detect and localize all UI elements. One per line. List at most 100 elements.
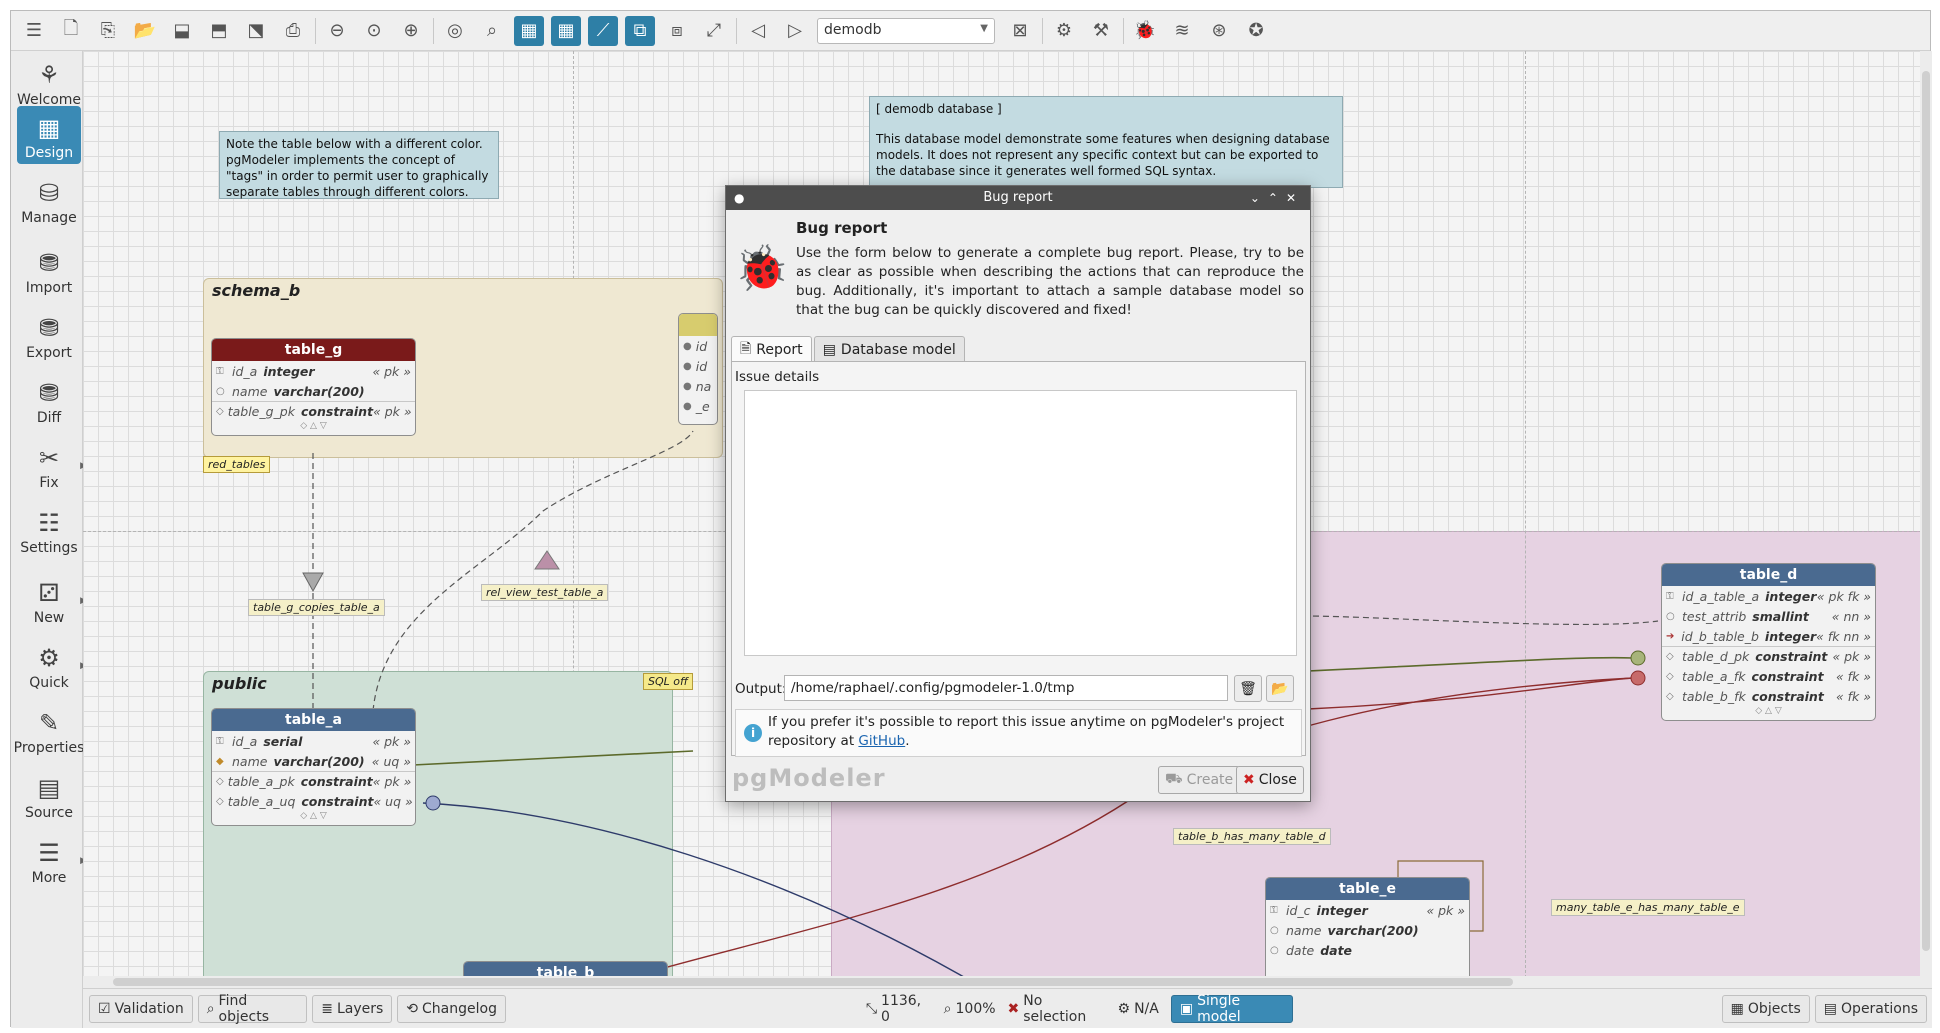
open-folder-icon[interactable]: 📂 — [130, 16, 160, 46]
output-path-input[interactable]: /home/raphael/.config/pgmodeler-1.0/tmp — [784, 675, 1228, 701]
bug-report-icon[interactable]: 🐞 — [1130, 16, 1160, 46]
database-select[interactable]: demodb ▼ — [817, 17, 995, 44]
table-row[interactable]: ○ date date — [1266, 940, 1469, 960]
sidebar-item-diff[interactable]: ⛃ Diff — [17, 371, 81, 429]
vertical-scrollbar-thumb[interactable] — [1922, 71, 1930, 951]
table-expand-controls[interactable]: ◇ △ ▽ — [212, 811, 415, 825]
zoom-out-icon[interactable]: ⊖ — [322, 16, 352, 46]
sidebar-item-export[interactable]: ⛃ Export — [17, 306, 81, 364]
table-row[interactable]: ○ name varchar(200) — [1266, 920, 1469, 940]
previous-model-icon[interactable]: ◁ — [743, 16, 773, 46]
table-row[interactable]: ◇ table_d_pk constraint « pk » — [1662, 646, 1875, 666]
close-model-icon[interactable]: ⊠ — [1005, 16, 1035, 46]
create-button[interactable]: ⛟ Create — [1158, 766, 1241, 794]
sql-off-badge: SQL off — [643, 673, 693, 690]
next-model-icon[interactable]: ▷ — [780, 16, 810, 46]
layers-button[interactable]: ≣ Layers — [312, 994, 393, 1023]
changelog-button[interactable]: ⟲ Changelog — [397, 994, 506, 1023]
arrange-icon[interactable]: ⧈ — [662, 16, 692, 46]
horizontal-scrollbar[interactable] — [83, 976, 1932, 988]
issue-details-textarea[interactable] — [744, 390, 1297, 656]
rel-label-copies[interactable]: table_g_copies_table_a — [248, 599, 385, 616]
delimiters-icon[interactable]: ⟋ — [588, 15, 618, 46]
sidebar-item-settings[interactable]: ☷ Settings — [17, 501, 81, 559]
table-g[interactable]: table_g ⚿ id_a integer « pk » ○ name varchar(… — [211, 338, 416, 436]
sidebar-item-more[interactable]: ☰ More ▶ — [17, 831, 87, 889]
table-row[interactable]: ◇ table_g_pk constraint « pk » — [212, 401, 415, 421]
view-partial[interactable]: ● id ● id ● na ● _e — [678, 313, 718, 425]
sidebar-item-source[interactable]: ▤ Source — [17, 766, 81, 824]
zoom-reset-icon[interactable]: ⊙ — [359, 16, 389, 46]
minimize-icon[interactable]: ⌄ — [1250, 191, 1268, 205]
rel-label-view[interactable]: rel_view_test_table_a — [481, 584, 609, 601]
note-database[interactable]: [ demodb database ] This database model … — [869, 96, 1343, 188]
update-icon[interactable]: ✪ — [1241, 16, 1271, 46]
print-icon[interactable]: ⎙ — [278, 16, 308, 46]
table-row[interactable]: ○ name varchar(200) — [212, 381, 415, 401]
zoom-in-icon[interactable]: ⊕ — [396, 16, 426, 46]
horizontal-scrollbar-thumb[interactable] — [113, 978, 1513, 986]
table-row[interactable]: ➔ id_b_table_b integer « fk nn » — [1662, 626, 1875, 646]
table-row[interactable]: ◇ table_a_uq constraint « uq » — [212, 791, 415, 811]
window-menu-icon[interactable]: ● — [734, 186, 744, 210]
objects-button[interactable]: ▦ Objects — [1721, 994, 1810, 1023]
plugins-icon[interactable]: ⚙ — [1049, 16, 1079, 46]
table-e[interactable]: table_e ⚿ id_c integer « pk » ○ name varchar(… — [1265, 877, 1470, 988]
save-icon[interactable]: ⬓ — [167, 16, 197, 46]
sidebar-item-properties[interactable]: ✎ Properties — [14, 701, 85, 759]
table-row[interactable]: ◇ table_b_fk constraint « fk » — [1662, 686, 1875, 706]
table-row[interactable]: ◇ table_a_fk constraint « fk » — [1662, 666, 1875, 686]
table-expand-controls[interactable]: ◇ △ ▽ — [1662, 706, 1875, 720]
save-as-icon[interactable]: ⬒ — [204, 16, 234, 46]
sidebar-item-import[interactable]: ⛃ Import — [17, 241, 81, 299]
sidebar-item-fix[interactable]: ✂ Fix ▶ — [17, 436, 87, 494]
table-row[interactable]: ◇ table_a_pk constraint « pk » — [212, 771, 415, 791]
github-link[interactable]: GitHub — [858, 733, 905, 749]
tab-database-model[interactable]: ▤ Database model — [813, 336, 965, 362]
sidebar-item-quick[interactable]: ⚙ Quick ▶ — [17, 636, 87, 694]
sidebar-item-welcome[interactable]: ⚘ Welcome — [17, 53, 81, 111]
tab-report[interactable]: 🗎 Report — [731, 336, 812, 362]
table-row[interactable]: ⚿ id_c integer « pk » — [1266, 900, 1469, 920]
open-model-icon[interactable]: ⎘ — [93, 16, 123, 46]
table-expand-controls[interactable]: ◇ △ ▽ — [212, 421, 415, 435]
zoom-fit-icon[interactable]: ◎ — [440, 16, 470, 46]
find-objects-button[interactable]: ⌕ Find objects — [197, 993, 308, 1025]
table-row[interactable]: ◆ name varchar(200) « uq » — [212, 751, 415, 771]
note-tags[interactable]: Note the table below with a different co… — [219, 131, 499, 199]
table-row[interactable]: ⚿ id_a_table_a integer « pk fk » — [1662, 586, 1875, 606]
close-button[interactable]: ✖ Close — [1236, 766, 1304, 794]
tag-red-tables[interactable]: red_tables — [203, 456, 271, 473]
donate-icon[interactable]: ≋ — [1167, 16, 1197, 46]
vertical-scrollbar[interactable] — [1920, 51, 1932, 976]
support-icon[interactable]: ⊛ — [1204, 16, 1234, 46]
clear-output-button[interactable]: 🗑 — [1234, 675, 1262, 702]
sidebar-item-new[interactable]: ⚂ New ▶ — [17, 571, 87, 629]
operations-button[interactable]: ▤ Operations — [1814, 994, 1927, 1023]
table-d[interactable]: table_d ⚿ id_a_table_a integer « pk fk » ○ t… — [1661, 563, 1876, 721]
table-row[interactable]: ○ test_attrib smallint « nn » — [1662, 606, 1875, 626]
close-icon[interactable]: ✕ — [1286, 191, 1304, 205]
overview-icon[interactable]: ⧉ — [625, 15, 655, 46]
plugin-manager-icon[interactable]: ⚒ — [1086, 16, 1116, 46]
rel-label-has-many-d[interactable]: table_b_has_many_table_d — [1173, 828, 1331, 845]
save-all-icon[interactable]: ⬔ — [241, 16, 271, 46]
validation-button[interactable]: ☑ Validation — [89, 994, 193, 1023]
single-model-button[interactable]: ▣ Single model — [1170, 993, 1293, 1025]
dialog-titlebar[interactable]: ● Bug report ⌄⌃✕ — [726, 186, 1310, 210]
table-row[interactable]: ⚿ id_a serial « pk » — [212, 731, 415, 751]
design-icon: ▦ — [37, 114, 61, 142]
show-grid-icon[interactable]: ▦ — [514, 15, 544, 46]
new-model-icon[interactable]: 🗋 — [56, 16, 86, 46]
align-grid-icon[interactable]: ▦ — [551, 15, 581, 46]
expand-icon[interactable]: ⤢ — [699, 16, 729, 46]
rel-label-many-e[interactable]: many_table_e_has_many_table_e — [1551, 899, 1745, 916]
menu-icon[interactable]: ☰ — [19, 16, 49, 46]
sidebar-item-design[interactable]: ▦ Design — [17, 106, 81, 164]
table-a[interactable]: table_a ⚿ id_a serial « pk » ◆ name varchar(2… — [211, 708, 416, 826]
browse-output-button[interactable]: 📂 — [1266, 675, 1294, 702]
find-icon[interactable]: ⌕ — [477, 16, 507, 46]
sidebar-item-manage[interactable]: ⛁ Manage — [17, 171, 81, 229]
table-row[interactable]: ⚿ id_a integer « pk » — [212, 361, 415, 381]
maximize-icon[interactable]: ⌃ — [1268, 191, 1286, 205]
